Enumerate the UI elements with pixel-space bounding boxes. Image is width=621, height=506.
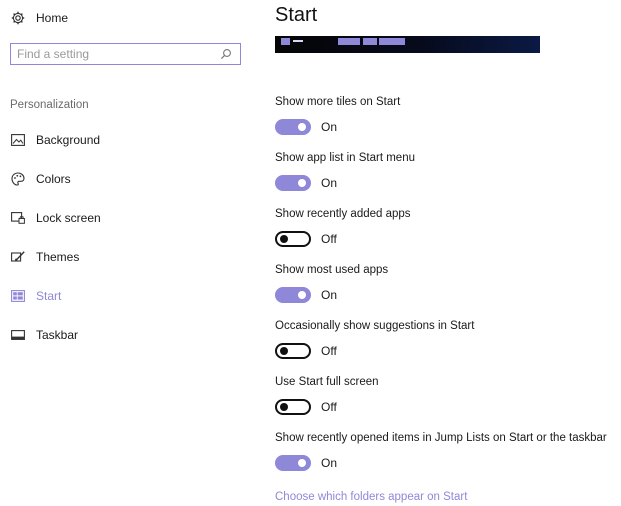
setting-show-suggestions: Occasionally show suggestions in Start O…: [275, 320, 621, 376]
setting-title: Occasionally show suggestions in Start: [275, 320, 475, 332]
setting-show-more-tiles: Show more tiles on Start On: [275, 96, 621, 152]
toggle-row[interactable]: On: [275, 175, 337, 191]
start-tiles-icon: [10, 288, 26, 304]
setting-title: Show more tiles on Start: [275, 96, 401, 108]
toggle-state: Off: [321, 344, 337, 358]
toggle-switch[interactable]: [275, 175, 311, 191]
toggle-row[interactable]: Off: [275, 343, 337, 359]
page-title: Start: [275, 4, 318, 26]
toggle-switch[interactable]: [275, 231, 311, 247]
toggle-state: Off: [321, 232, 337, 246]
gear-icon: [10, 10, 26, 26]
toggle-row[interactable]: Off: [275, 231, 337, 247]
search-box[interactable]: [10, 43, 241, 65]
search-icon[interactable]: [218, 46, 234, 62]
toggle-knob: [280, 235, 288, 243]
preview-tile: [338, 38, 360, 45]
sidebar: Home Personalization Background: [0, 0, 260, 506]
sidebar-item-label: Background: [36, 133, 101, 147]
sidebar-item-label: Taskbar: [36, 328, 79, 342]
preview-tile: [293, 40, 303, 42]
picture-icon: [10, 132, 26, 148]
toggle-state: On: [321, 288, 338, 302]
setting-title: Show app list in Start menu: [275, 152, 415, 164]
taskbar-icon: [10, 327, 26, 343]
toggle-row[interactable]: On: [275, 119, 337, 135]
search-input[interactable]: [11, 45, 218, 63]
palette-icon: [10, 171, 26, 187]
toggle-switch[interactable]: [275, 287, 311, 303]
toggle-knob: [298, 291, 306, 299]
toggle-state: Off: [321, 400, 337, 414]
sidebar-item-label: Themes: [36, 250, 80, 264]
toggle-knob: [280, 403, 288, 411]
toggle-state: On: [321, 120, 338, 134]
toggle-knob: [298, 123, 306, 131]
sidebar-nav: Background Colors Lock screen Themes Sta…: [10, 130, 250, 364]
sidebar-item-lock-screen[interactable]: Lock screen: [10, 208, 250, 228]
sidebar-item-start[interactable]: Start: [10, 286, 250, 306]
sidebar-item-taskbar[interactable]: Taskbar: [10, 325, 250, 345]
brush-icon: [10, 249, 26, 265]
toggle-switch[interactable]: [275, 343, 311, 359]
setting-show-app-list: Show app list in Start menu On: [275, 152, 621, 208]
setting-title: Show most used apps: [275, 264, 389, 276]
toggle-row[interactable]: On: [275, 287, 337, 303]
home-label: Home: [36, 11, 69, 25]
preview-tile: [363, 38, 377, 45]
setting-title: Show recently added apps: [275, 208, 411, 220]
toggle-state: On: [321, 456, 338, 470]
toggle-row[interactable]: On: [275, 455, 337, 471]
sidebar-item-label: Lock screen: [36, 211, 101, 225]
settings-list: Show more tiles on Start On Show app lis…: [275, 96, 621, 488]
lock-screen-icon: [10, 210, 26, 226]
toggle-state: On: [321, 176, 338, 190]
toggle-switch[interactable]: [275, 455, 311, 471]
preview-tile: [379, 38, 405, 45]
toggle-knob: [280, 347, 288, 355]
section-label: Personalization: [10, 99, 89, 111]
toggle-switch[interactable]: [275, 399, 311, 415]
sidebar-item-label: Colors: [36, 172, 71, 186]
main-content: Start Show more tiles on Start On Show a…: [275, 0, 621, 506]
start-preview-image: [275, 36, 540, 53]
toggle-knob: [298, 459, 306, 467]
toggle-switch[interactable]: [275, 119, 311, 135]
sidebar-item-label: Start: [36, 289, 62, 303]
preview-tile: [281, 38, 290, 45]
choose-folders-link[interactable]: Choose which folders appear on Start: [275, 491, 467, 503]
toggle-knob: [298, 179, 306, 187]
setting-show-most-used: Show most used apps On: [275, 264, 621, 320]
toggle-row[interactable]: Off: [275, 399, 337, 415]
home-nav-item[interactable]: Home: [10, 8, 68, 28]
setting-title: Show recently opened items in Jump Lists…: [275, 432, 607, 444]
sidebar-item-themes[interactable]: Themes: [10, 247, 250, 267]
setting-full-screen: Use Start full screen Off: [275, 376, 621, 432]
sidebar-item-background[interactable]: Background: [10, 130, 250, 150]
setting-show-recently-added: Show recently added apps Off: [275, 208, 621, 264]
setting-jump-lists: Show recently opened items in Jump Lists…: [275, 432, 621, 488]
setting-title: Use Start full screen: [275, 376, 379, 388]
sidebar-item-colors[interactable]: Colors: [10, 169, 250, 189]
